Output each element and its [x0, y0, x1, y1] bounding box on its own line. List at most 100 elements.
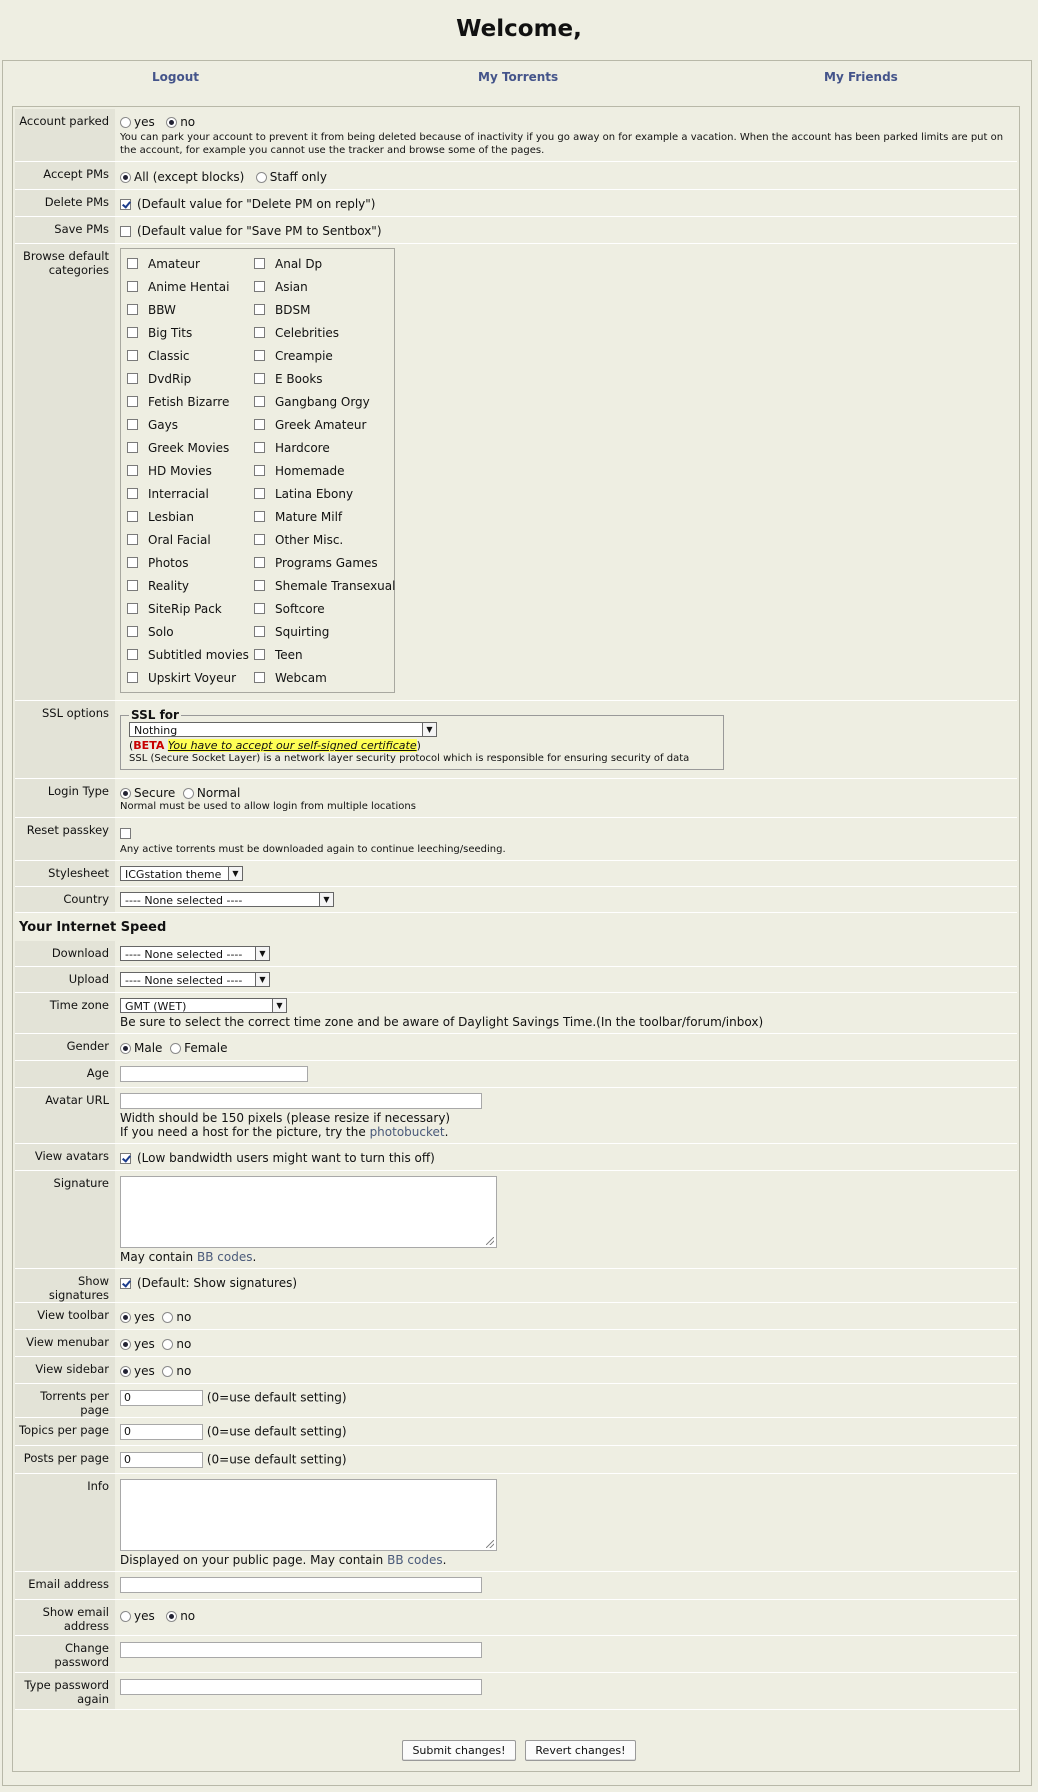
- save-pms-checkbox[interactable]: [120, 226, 131, 237]
- info-bb-codes-link[interactable]: BB codes: [387, 1553, 442, 1567]
- category-item[interactable]: Anal Dp: [254, 253, 388, 276]
- download-select[interactable]: ---- None selected ---- ▼: [120, 946, 270, 961]
- category-item[interactable]: Lesbian: [127, 506, 254, 529]
- photobucket-link[interactable]: photobucket: [370, 1125, 445, 1139]
- category-item[interactable]: Other Misc.: [254, 529, 388, 552]
- category-item[interactable]: Solo: [127, 621, 254, 644]
- topics-per-page-input[interactable]: 0: [120, 1424, 203, 1440]
- account-parked-no-radio[interactable]: [166, 117, 178, 128]
- category-item[interactable]: Anime Hentai: [127, 276, 254, 299]
- category-checkbox[interactable]: [254, 373, 265, 384]
- show-email-yes-radio[interactable]: [120, 1611, 131, 1622]
- category-checkbox[interactable]: [254, 281, 265, 292]
- category-checkbox[interactable]: [127, 281, 138, 292]
- category-checkbox[interactable]: [254, 557, 265, 568]
- signature-textarea[interactable]: [120, 1176, 497, 1248]
- posts-per-page-input[interactable]: 0: [120, 1452, 203, 1468]
- category-item[interactable]: Creampie: [254, 345, 388, 368]
- category-item[interactable]: Squirting: [254, 621, 388, 644]
- category-item[interactable]: Latina Ebony: [254, 483, 388, 506]
- category-item[interactable]: Photos: [127, 552, 254, 575]
- login-normal-radio[interactable]: [182, 788, 194, 799]
- category-checkbox[interactable]: [254, 350, 265, 361]
- change-password-input[interactable]: [120, 1642, 482, 1658]
- category-checkbox[interactable]: [254, 442, 265, 453]
- category-item[interactable]: Homemade: [254, 460, 388, 483]
- view-avatars-checkbox[interactable]: [120, 1153, 131, 1164]
- my-torrents-link[interactable]: My Torrents: [478, 70, 558, 84]
- avatar-url-input[interactable]: [120, 1093, 482, 1109]
- view-menubar-no-radio[interactable]: [162, 1339, 174, 1350]
- category-checkbox[interactable]: [254, 327, 265, 338]
- category-checkbox[interactable]: [127, 603, 138, 614]
- account-parked-yes-radio[interactable]: [120, 117, 131, 128]
- category-item[interactable]: E Books: [254, 368, 388, 391]
- category-checkbox[interactable]: [127, 350, 138, 361]
- category-checkbox[interactable]: [127, 626, 138, 637]
- category-item[interactable]: Gays: [127, 414, 254, 437]
- category-checkbox[interactable]: [254, 649, 265, 660]
- category-checkbox[interactable]: [127, 442, 138, 453]
- ssl-certificate-link[interactable]: You have to accept our self-signed certi…: [167, 739, 417, 752]
- category-checkbox[interactable]: [127, 304, 138, 315]
- category-checkbox[interactable]: [127, 419, 138, 430]
- category-item[interactable]: BDSM: [254, 299, 388, 322]
- logout-link[interactable]: Logout: [152, 70, 199, 84]
- category-item[interactable]: Big Tits: [127, 322, 254, 345]
- gender-female-radio[interactable]: [170, 1043, 182, 1054]
- view-toolbar-no-radio[interactable]: [162, 1312, 174, 1323]
- category-item[interactable]: Celebrities: [254, 322, 388, 345]
- category-item[interactable]: BBW: [127, 299, 254, 322]
- password-again-input[interactable]: [120, 1679, 482, 1695]
- view-menubar-yes-radio[interactable]: [120, 1339, 131, 1350]
- submit-changes-button[interactable]: Submit changes!: [402, 1740, 516, 1761]
- category-item[interactable]: Shemale Transexual: [254, 575, 395, 598]
- category-checkbox[interactable]: [127, 511, 138, 522]
- category-checkbox[interactable]: [254, 258, 265, 269]
- revert-changes-button[interactable]: Revert changes!: [525, 1740, 636, 1761]
- category-item[interactable]: Mature Milf: [254, 506, 388, 529]
- torrents-per-page-input[interactable]: 0: [120, 1390, 203, 1406]
- resize-grip-icon[interactable]: [486, 1237, 494, 1245]
- show-signatures-checkbox[interactable]: [120, 1278, 131, 1289]
- view-toolbar-yes-radio[interactable]: [120, 1312, 131, 1323]
- category-checkbox[interactable]: [127, 580, 138, 591]
- category-checkbox[interactable]: [254, 626, 265, 637]
- country-select[interactable]: ---- None selected ---- ▼: [120, 892, 334, 907]
- category-checkbox[interactable]: [254, 580, 265, 591]
- accept-pms-all-radio[interactable]: [120, 172, 131, 183]
- view-sidebar-no-radio[interactable]: [162, 1366, 174, 1377]
- category-checkbox[interactable]: [254, 511, 265, 522]
- gender-male-radio[interactable]: [120, 1043, 131, 1054]
- login-secure-radio[interactable]: [120, 788, 131, 799]
- category-item[interactable]: Hardcore: [254, 437, 388, 460]
- category-checkbox[interactable]: [127, 396, 138, 407]
- show-email-no-radio[interactable]: [166, 1611, 178, 1622]
- category-checkbox[interactable]: [127, 327, 138, 338]
- signature-bb-codes-link[interactable]: BB codes: [197, 1250, 252, 1264]
- category-item[interactable]: Classic: [127, 345, 254, 368]
- view-sidebar-yes-radio[interactable]: [120, 1366, 131, 1377]
- category-checkbox[interactable]: [127, 373, 138, 384]
- category-item[interactable]: Teen: [254, 644, 388, 667]
- category-item[interactable]: Reality: [127, 575, 254, 598]
- my-friends-link[interactable]: My Friends: [824, 70, 898, 84]
- category-checkbox[interactable]: [127, 672, 138, 683]
- category-checkbox[interactable]: [127, 649, 138, 660]
- ssl-select[interactable]: Nothing ▼: [129, 722, 437, 737]
- category-item[interactable]: HD Movies: [127, 460, 254, 483]
- category-checkbox[interactable]: [254, 672, 265, 683]
- category-item[interactable]: Amateur: [127, 253, 254, 276]
- category-item[interactable]: SiteRip Pack: [127, 598, 254, 621]
- category-checkbox[interactable]: [254, 465, 265, 476]
- category-item[interactable]: Greek Movies: [127, 437, 254, 460]
- category-checkbox[interactable]: [254, 419, 265, 430]
- category-item[interactable]: Subtitled movies: [127, 644, 254, 667]
- category-item[interactable]: Interracial: [127, 483, 254, 506]
- info-textarea[interactable]: [120, 1479, 497, 1551]
- category-checkbox[interactable]: [127, 465, 138, 476]
- category-item[interactable]: Programs Games: [254, 552, 388, 575]
- delete-pms-checkbox[interactable]: [120, 199, 131, 210]
- category-item[interactable]: Asian: [254, 276, 388, 299]
- resize-grip-icon[interactable]: [486, 1540, 494, 1548]
